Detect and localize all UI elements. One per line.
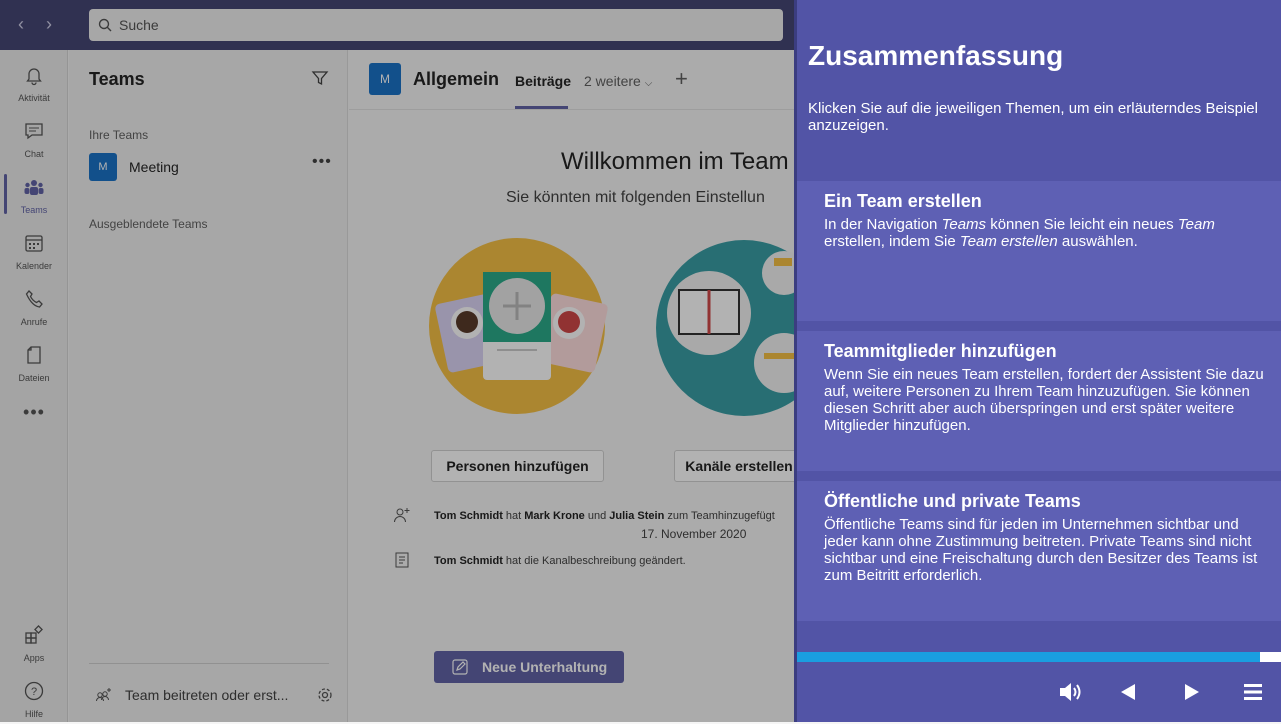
- topic-text-part: auswählen.: [1057, 233, 1138, 250]
- summary-panel: Zusammenfassung Klicken Sie auf die jewe…: [794, 0, 1281, 722]
- topic-text-part: In der Navigation: [824, 216, 942, 233]
- topic-text-part: erstellen, indem Sie: [824, 233, 960, 250]
- topic-public-private-teams[interactable]: Öffentliche und private Teams Öffentlich…: [797, 481, 1281, 621]
- topic-heading: Ein Team erstellen: [824, 191, 982, 211]
- menu-icon[interactable]: [1239, 680, 1267, 704]
- topic-text-em: Team: [1177, 216, 1215, 233]
- topic-create-team[interactable]: Ein Team erstellen In der Navigation Tea…: [797, 181, 1281, 321]
- topic-text-em: Team erstellen: [959, 233, 1058, 250]
- topic-heading: Öffentliche und private Teams: [824, 491, 1081, 511]
- summary-intro: Klicken Sie auf die jeweiligen Themen, u…: [808, 100, 1258, 134]
- topic-heading: Teammitglieder hinzufügen: [824, 341, 1057, 361]
- progress-fill: [797, 652, 1260, 662]
- modal-backdrop: [0, 0, 794, 722]
- previous-icon[interactable]: [1115, 680, 1143, 704]
- topic-text: Öffentliche Teams sind für jeden im Unte…: [824, 516, 1258, 584]
- progress-bar[interactable]: [797, 652, 1281, 662]
- next-icon[interactable]: [1177, 680, 1205, 704]
- topic-add-members[interactable]: Teammitglieder hinzufügen Wenn Sie ein n…: [797, 331, 1281, 471]
- topic-text-em: Teams: [941, 216, 987, 233]
- volume-icon[interactable]: [1057, 680, 1085, 704]
- topic-text: Wenn Sie ein neues Team erstellen, forde…: [824, 366, 1264, 434]
- summary-title: Zusammenfassung: [808, 40, 1064, 71]
- topic-text: In der Navigation Teams können Sie leich…: [824, 216, 1272, 250]
- topic-text-part: können Sie leicht ein neues: [986, 216, 1178, 233]
